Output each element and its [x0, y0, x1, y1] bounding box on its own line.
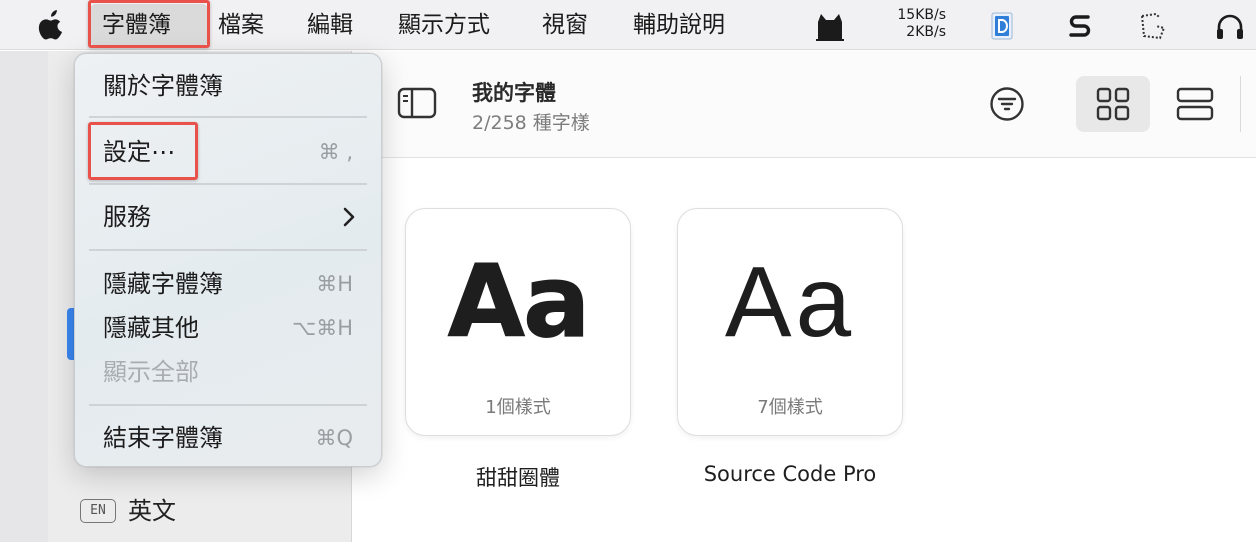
font-name: 甜甜圈體 [476, 466, 560, 490]
net-up: 15KB/s [897, 7, 946, 23]
font-grid: Aa 1個樣式 甜甜圈體 Aa 7個樣式 Source Code Pro [352, 158, 1256, 542]
menubar-fontbook[interactable]: 字體簿 [102, 0, 171, 50]
menu-item-settings[interactable]: 設定⋯ [103, 134, 175, 170]
menu-item-show-all: 顯示全部 [103, 358, 199, 386]
menu-item-hide[interactable]: 隱藏字體簿 [103, 266, 223, 302]
en-badge-icon: EN [80, 499, 116, 523]
menu-item-quit[interactable]: 結束字體簿 [103, 420, 223, 456]
settings-shortcut: ⌘ , [318, 140, 353, 164]
window-title: 我的字體 [472, 81, 556, 105]
font-sample: Aa [447, 243, 591, 360]
sidebar-item-label: 英文 [128, 497, 176, 525]
network-speed[interactable]: 15KB/s 2KB/s [884, 7, 946, 41]
toolbar: 我的字體 2/258 種字樣 [352, 51, 1256, 158]
font-name: Source Code Pro [703, 462, 877, 486]
font-card[interactable]: Aa 7個樣式 [677, 208, 903, 436]
menu-separator [89, 404, 367, 406]
toolbar-divider [1240, 76, 1241, 132]
hide-shortcut: ⌘H [316, 272, 353, 296]
headphones-icon[interactable] [1214, 10, 1246, 42]
list-view-icon[interactable] [1176, 87, 1214, 121]
menubar-edit[interactable]: 編輯 [307, 0, 353, 50]
cat-icon[interactable] [814, 10, 846, 42]
window-subtitle: 2/258 種字樣 [472, 112, 590, 134]
font-sample: Aa [724, 246, 856, 358]
menu-item-about[interactable]: 關於字體簿 [103, 68, 223, 104]
menubar-help[interactable]: 輔助說明 [633, 0, 725, 50]
sidebar-toggle-icon[interactable] [397, 86, 437, 120]
quit-shortcut: ⌘Q [315, 426, 353, 450]
menubar-view[interactable]: 顯示方式 [398, 0, 490, 50]
apple-icon[interactable] [38, 10, 66, 40]
hide-others-shortcut: ⌥⌘H [292, 316, 353, 340]
chevron-right-icon [343, 207, 355, 227]
menu-item-services[interactable]: 服務 [103, 199, 151, 235]
menu-item-hide-others[interactable]: 隱藏其他 [103, 310, 199, 346]
menubar-file[interactable]: 檔案 [218, 0, 264, 50]
menu-separator [89, 249, 367, 251]
menu-separator [89, 183, 367, 185]
dict-app-icon[interactable] [986, 10, 1018, 42]
font-card[interactable]: Aa 1個樣式 [405, 208, 631, 436]
style-count: 1個樣式 [485, 397, 551, 418]
menubar-window[interactable]: 視窗 [542, 0, 588, 50]
menu-bar: 字體簿 檔案 編輯 顯示方式 視窗 輔助說明 15KB/s 2KB/s [0, 0, 1256, 50]
grid-view-icon [1096, 87, 1130, 121]
net-down: 2KB/s [906, 24, 946, 40]
menu-separator [89, 116, 367, 118]
filter-icon[interactable] [989, 86, 1025, 122]
desktop-edge [0, 51, 48, 542]
style-count: 7個樣式 [757, 397, 823, 418]
screenshot-dotted-icon[interactable] [1138, 10, 1170, 42]
scrivener-s-icon[interactable] [1064, 10, 1096, 42]
app-menu-dropdown: 關於字體簿 設定⋯ ⌘ , 服務 隱藏字體簿 ⌘H 隱藏其他 ⌥⌘H 顯示全部 … [74, 53, 382, 467]
